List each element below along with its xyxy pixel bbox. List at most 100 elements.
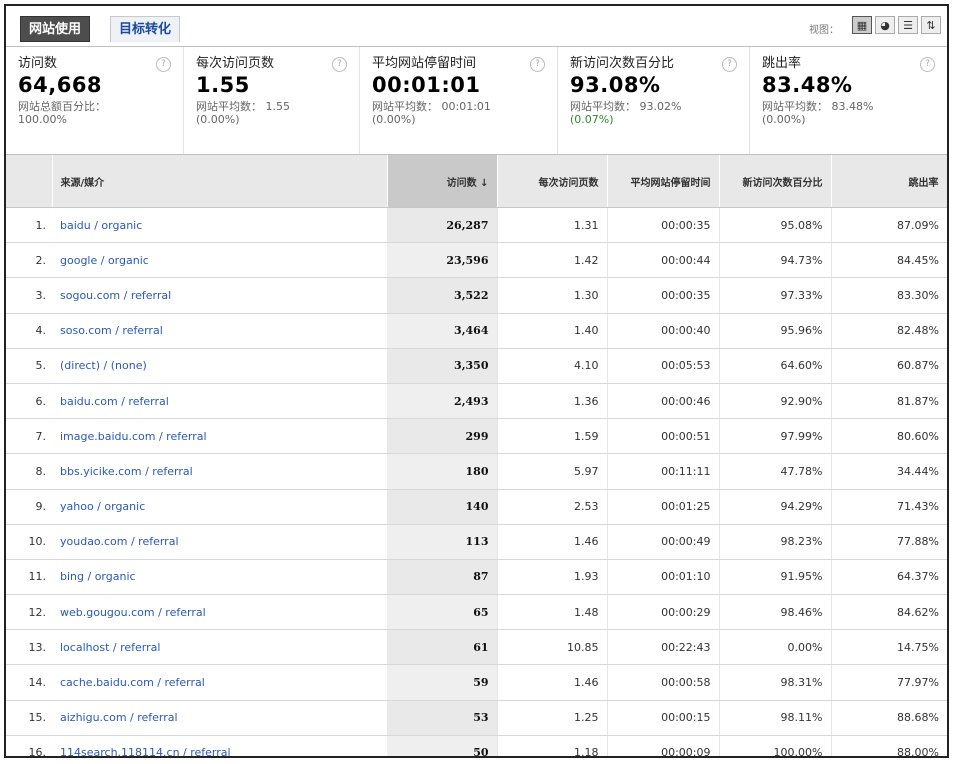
help-icon[interactable]: ? [156, 57, 171, 72]
source-link[interactable]: sogou.com / referral [52, 277, 387, 314]
bounce-cell: 71.43% [830, 489, 947, 525]
bounce-cell: 87.09% [830, 207, 947, 244]
bounce-cell: 77.97% [830, 664, 947, 701]
metric-sub: 网站总额百分比： [18, 100, 106, 113]
help-icon[interactable]: ? [530, 57, 545, 72]
time-cell: 00:00:35 [606, 277, 719, 314]
pages-cell: 1.48 [496, 594, 607, 631]
table-view-icon[interactable]: ▦ [852, 16, 872, 34]
source-link[interactable]: 114search.118114.cn / referral [52, 735, 387, 756]
bounce-cell: 80.60% [830, 418, 947, 455]
pages-cell: 1.93 [496, 559, 607, 596]
source-link[interactable]: youdao.com / referral [52, 524, 387, 560]
time-cell: 00:00:40 [606, 313, 719, 349]
pages-cell: 5.97 [496, 453, 607, 490]
metric-value: 00:01:01 [372, 73, 481, 97]
time-cell: 00:11:11 [606, 453, 719, 490]
new-visits-cell: 94.73% [718, 242, 831, 279]
source-link[interactable]: cache.baidu.com / referral [52, 664, 387, 701]
pages-cell: 1.18 [496, 735, 607, 756]
time-cell: 00:00:29 [606, 594, 719, 631]
bounce-cell: 34.44% [830, 453, 947, 490]
pages-cell: 1.36 [496, 383, 607, 420]
row-index: 9. [6, 489, 52, 525]
row-index: 16. [6, 735, 52, 756]
source-link[interactable]: soso.com / referral [52, 313, 387, 349]
metrics-row: 访问数 64,668 网站总额百分比： 100.00% ? 每次访问页数 1.5… [6, 47, 947, 155]
table-row: 10. youdao.com / referral 113 1.46 00:00:49 9… [6, 524, 947, 560]
header-visits[interactable]: 访问数 ↓ [387, 155, 498, 208]
source-link[interactable]: image.baidu.com / referral [52, 418, 387, 455]
source-link[interactable]: yahoo / organic [52, 489, 387, 525]
source-link[interactable]: aizhigu.com / referral [52, 700, 387, 736]
table-row: 6. baidu.com / referral 2,493 1.36 00:00:46 9… [6, 383, 947, 420]
visits-cell: 180 [387, 453, 497, 490]
header-time[interactable]: 平均网站停留时间 [607, 155, 720, 208]
table-row: 5. (direct) / (none) 3,350 4.10 00:05:53 64.6… [6, 348, 947, 384]
bar-view-icon[interactable]: ☰ [898, 16, 918, 34]
header-pages[interactable]: 每次访问页数 [497, 155, 608, 208]
visits-cell: 65 [387, 594, 497, 631]
source-link[interactable]: baidu / organic [52, 207, 387, 244]
source-link[interactable]: web.gougou.com / referral [52, 594, 387, 631]
help-icon[interactable]: ? [722, 57, 737, 72]
table-row: 3. sogou.com / referral 3,522 1.30 00:00:35 9… [6, 277, 947, 314]
row-index: 11. [6, 559, 52, 596]
row-index: 13. [6, 629, 52, 666]
pages-cell: 1.31 [496, 207, 607, 244]
header-source[interactable]: 来源/媒介 [52, 155, 388, 208]
visits-cell: 3,522 [387, 277, 497, 314]
metric-visits: 访问数 64,668 网站总额百分比： 100.00% ? [6, 47, 184, 154]
compare-view-icon[interactable]: ⇅ [921, 16, 941, 34]
metric-pages-per-visit: 每次访问页数 1.55 网站平均数： 1.55 (0.00%) ? [184, 47, 360, 154]
new-visits-cell: 98.23% [718, 524, 831, 560]
table-row: 4. soso.com / referral 3,464 1.40 00:00:40 95… [6, 313, 947, 349]
table-row: 16. 114search.118114.cn / referral 50 1.18 0… [6, 735, 947, 756]
new-visits-cell: 91.95% [718, 559, 831, 596]
new-visits-cell: 98.46% [718, 594, 831, 631]
metric-value: 1.55 [196, 73, 250, 97]
traffic-sources-table: 来源/媒介 访问数 ↓ 每次访问页数 平均网站停留时间 新访问次数百分比 跳出率… [6, 155, 947, 756]
bounce-cell: 83.30% [830, 277, 947, 314]
visits-cell: 87 [387, 559, 497, 596]
help-icon[interactable]: ? [920, 57, 935, 72]
metric-new-visits: 新访问次数百分比 93.08% 网站平均数： 93.02% (0.07%) ? [558, 47, 750, 154]
visits-cell: 59 [387, 664, 497, 701]
pages-cell: 1.46 [496, 524, 607, 560]
table-row: 12. web.gougou.com / referral 65 1.48 00:00:… [6, 594, 947, 631]
new-visits-cell: 98.11% [718, 700, 831, 736]
new-visits-cell: 95.96% [718, 313, 831, 349]
time-cell: 00:00:51 [606, 418, 719, 455]
help-icon[interactable]: ? [332, 57, 347, 72]
metric-value: 83.48% [762, 73, 853, 97]
source-link[interactable]: google / organic [52, 242, 387, 279]
pages-cell: 1.42 [496, 242, 607, 279]
source-link[interactable]: baidu.com / referral [52, 383, 387, 420]
header-bounce[interactable]: 跳出率 [831, 155, 947, 208]
view-switcher: ▦ ◕ ☰ ⇅ [852, 16, 941, 34]
pie-view-icon[interactable]: ◕ [875, 16, 895, 34]
tab-site-usage[interactable]: 网站使用 [20, 16, 91, 42]
time-cell: 00:00:58 [606, 664, 719, 701]
metric-sub2: (0.00%) [196, 113, 240, 126]
source-link[interactable]: localhost / referral [52, 629, 387, 666]
bounce-cell: 88.68% [830, 700, 947, 736]
pages-cell: 4.10 [496, 348, 607, 384]
source-link[interactable]: (direct) / (none) [52, 348, 387, 384]
source-link[interactable]: bbs.yicike.com / referral [52, 453, 387, 490]
time-cell: 00:00:46 [606, 383, 719, 420]
pages-cell: 10.85 [496, 629, 607, 666]
tab-goal-conversion[interactable]: 目标转化 [110, 16, 181, 42]
metric-sub2: 100.00% [18, 113, 67, 126]
bounce-cell: 64.37% [830, 559, 947, 596]
table-row: 9. yahoo / organic 140 2.53 00:01:25 94.29% 71… [6, 489, 947, 525]
new-visits-cell: 94.29% [718, 489, 831, 525]
visits-cell: 140 [387, 489, 497, 525]
source-link[interactable]: bing / organic [52, 559, 387, 596]
new-visits-cell: 98.31% [718, 664, 831, 701]
bounce-cell: 84.62% [830, 594, 947, 631]
visits-cell: 3,350 [387, 348, 497, 384]
tab-bar: 网站使用 目标转化 视图： ▦ ◕ ☰ ⇅ [6, 6, 947, 47]
new-visits-cell: 64.60% [718, 348, 831, 384]
header-new-visits[interactable]: 新访问次数百分比 [719, 155, 832, 208]
